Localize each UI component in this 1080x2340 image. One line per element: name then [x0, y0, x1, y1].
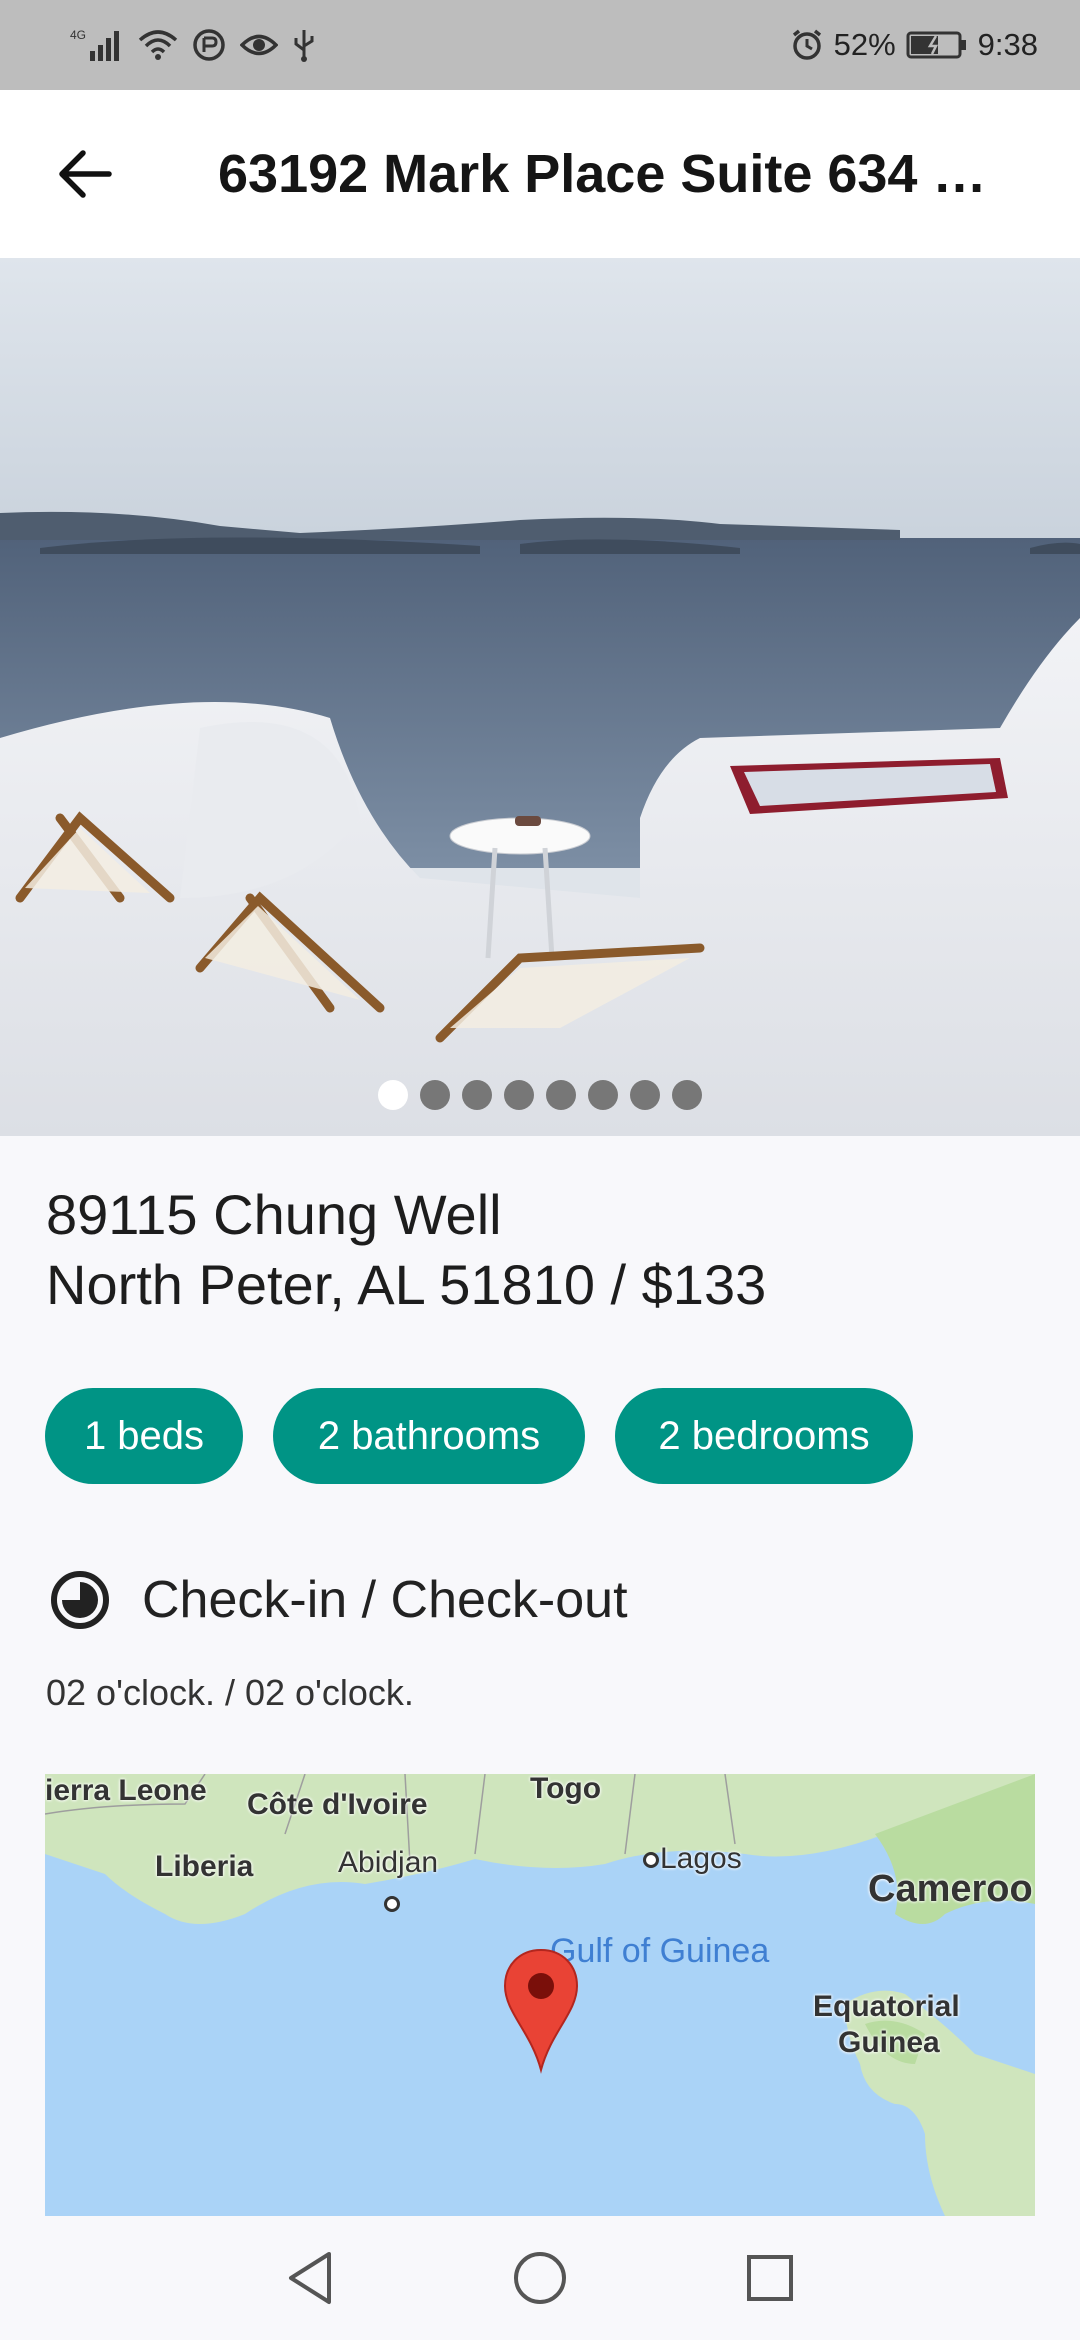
map-label-liberia: Liberia [155, 1850, 254, 1883]
map-label-sierra-leone: ierra Leone [45, 1774, 207, 1807]
gallery-pagination[interactable] [0, 1080, 1080, 1110]
checkin-title: Check-in / Check-out [142, 1571, 628, 1629]
checkin-header: Check-in / Check-out [48, 1568, 628, 1632]
bathrooms-chip: 2 bathrooms [273, 1388, 585, 1484]
address-line-1: 89115 Chung Well [46, 1183, 502, 1246]
map-label-togo: Togo [530, 1774, 602, 1805]
gallery-dot[interactable] [462, 1080, 492, 1110]
system-nav-bar [0, 2216, 1080, 2340]
status-left: 4G [70, 27, 316, 63]
checkin-times: 02 o'clock. / 02 o'clock. [46, 1672, 414, 1713]
amenity-chips: 1 beds 2 bathrooms 2 bedrooms [45, 1388, 913, 1484]
city-dot-abidjan [384, 1896, 400, 1912]
svg-text:4G: 4G [70, 28, 86, 42]
photo-gallery[interactable] [0, 258, 1080, 1136]
status-right: 52% 9:38 [790, 27, 1038, 63]
wifi-icon [138, 28, 178, 62]
back-button[interactable] [50, 139, 120, 209]
map-label-gulf-of-guinea: Gulf of Guinea [550, 1932, 770, 1970]
map-label-cote-divoire: Côte d'Ivoire [247, 1788, 428, 1821]
listing-photo [0, 258, 1080, 1136]
clock-icon [51, 1571, 109, 1629]
clock-time: 9:38 [977, 27, 1038, 62]
battery-percent: 52% [833, 27, 896, 62]
gallery-dot[interactable] [420, 1080, 450, 1110]
city-dot-lagos [643, 1852, 659, 1868]
map-label-guinea: Guinea [838, 2026, 940, 2059]
gallery-dot[interactable] [504, 1080, 534, 1110]
gallery-dot[interactable] [588, 1080, 618, 1110]
gallery-dot[interactable] [378, 1080, 408, 1110]
nav-home-icon [514, 2252, 566, 2304]
nav-back-button[interactable] [275, 2243, 345, 2313]
status-bar: 4G 52% 9:38 [0, 0, 1080, 90]
usb-icon [292, 28, 316, 62]
nav-recents-icon [747, 2255, 793, 2301]
map-label-equatorial: Equatorial [813, 1990, 960, 2023]
back-arrow-icon [59, 150, 112, 198]
listing-address: 89115 Chung Well North Peter, AL 51810 /… [46, 1180, 766, 1320]
battery-icon [906, 30, 968, 60]
gallery-dot[interactable] [546, 1080, 576, 1110]
page-title: 63192 Mark Place Suite 634 … [218, 144, 987, 204]
location-map[interactable]: ierra Leone Côte d'Ivoire Togo Liberia A… [45, 1774, 1035, 2216]
nav-back-icon [289, 2252, 331, 2304]
gallery-dot[interactable] [630, 1080, 660, 1110]
app-bar: 63192 Mark Place Suite 634 … [0, 90, 1080, 258]
nav-home-button[interactable] [505, 2243, 575, 2313]
bedrooms-chip: 2 bedrooms [615, 1388, 913, 1484]
eye-icon [240, 30, 278, 60]
gallery-dot[interactable] [672, 1080, 702, 1110]
data-saver-icon [192, 28, 226, 62]
address-line-2-price: North Peter, AL 51810 / $133 [46, 1253, 767, 1316]
map-pin-icon[interactable] [501, 1946, 581, 2074]
alarm-icon [790, 28, 824, 62]
nav-recents-button[interactable] [735, 2243, 805, 2313]
map-label-lagos: Lagos [660, 1842, 742, 1875]
signal-icon: 4G [70, 27, 124, 63]
map-label-abidjan: Abidjan [338, 1846, 439, 1879]
map-label-cameroon: Cameroo [868, 1868, 1033, 1910]
beds-chip: 1 beds [45, 1388, 243, 1484]
